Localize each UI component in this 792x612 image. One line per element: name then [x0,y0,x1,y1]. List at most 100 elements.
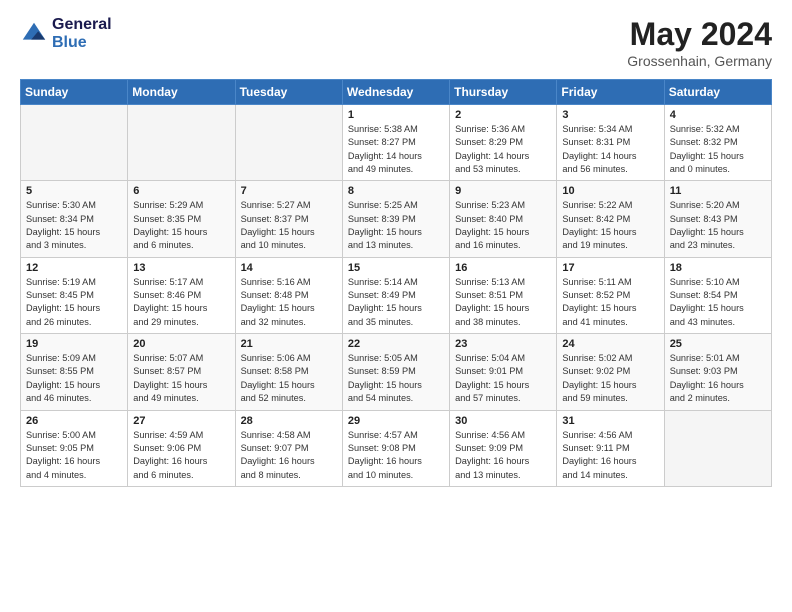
calendar-cell: 26 Sunrise: 5:00 AM Sunset: 9:05 PM Dayli… [21,410,128,486]
day-number: 6 [133,185,229,197]
day-info: Sunrise: 5:02 AM Sunset: 9:02 PM Dayligh… [562,352,658,405]
calendar-cell: 22Sunrise: 5:05 AM Sunset: 8:59 PM Dayli… [342,334,449,410]
weekday-header-wednesday: Wednesday [342,80,449,105]
page: General Blue May 2024 Grossenhain, Germa… [0,0,792,612]
calendar-cell [21,105,128,181]
calendar-cell: 5Sunrise: 5:30 AM Sunset: 8:34 PM Daylig… [21,181,128,257]
day-info: Sunrise: 5:09 AM Sunset: 8:55 PM Dayligh… [26,352,122,405]
calendar-cell: 27Sunrise: 4:59 AM Sunset: 9:06 PM Dayli… [128,410,235,486]
month-title: May 2024 [627,16,772,53]
week-row-2: 5Sunrise: 5:30 AM Sunset: 8:34 PM Daylig… [21,181,772,257]
weekday-header-tuesday: Tuesday [235,80,342,105]
calendar-cell: 31 Sunrise: 4:56 AM Sunset: 9:11 PM Dayli… [557,410,664,486]
calendar-cell [664,410,771,486]
calendar-cell: 16 Sunrise: 5:13 AM Sunset: 8:51 PM Dayli… [450,257,557,333]
day-info: Sunrise: 4:56 AM Sunset: 9:09 PM Dayligh… [455,429,551,482]
day-number: 14 [241,262,337,274]
day-number: 21 [241,338,337,350]
day-info: Sunrise: 5:01 AM Sunset: 9:03 PM Dayligh… [670,352,766,405]
day-info: Sunrise: 4:59 AM Sunset: 9:06 PM Dayligh… [133,429,229,482]
logo-text: General Blue [52,16,112,52]
calendar-cell: 9 Sunrise: 5:23 AM Sunset: 8:40 PM Daylig… [450,181,557,257]
day-info: Sunrise: 5:17 AM Sunset: 8:46 PM Dayligh… [133,276,229,329]
calendar-cell: 19 Sunrise: 5:09 AM Sunset: 8:55 PM Dayli… [21,334,128,410]
day-number: 20 [133,338,229,350]
day-number: 18 [670,262,766,274]
calendar-cell: 21 Sunrise: 5:06 AM Sunset: 8:58 PM Dayli… [235,334,342,410]
week-row-3: 12 Sunrise: 5:19 AM Sunset: 8:45 PM Dayli… [21,257,772,333]
day-info: Sunrise: 5:34 AM Sunset: 8:31 PM Dayligh… [562,123,658,176]
day-number: 16 [455,262,551,274]
day-number: 23 [455,338,551,350]
day-number: 9 [455,185,551,197]
day-number: 19 [26,338,122,350]
calendar-cell: 10Sunrise: 5:22 AM Sunset: 8:42 PM Dayli… [557,181,664,257]
calendar-cell: 2Sunrise: 5:36 AM Sunset: 8:29 PM Daylig… [450,105,557,181]
calendar-cell: 29 Sunrise: 4:57 AM Sunset: 9:08 PM Dayli… [342,410,449,486]
week-row-1: 1 Sunrise: 5:38 AM Sunset: 8:27 PM Daylig… [21,105,772,181]
calendar-cell: 1 Sunrise: 5:38 AM Sunset: 8:27 PM Daylig… [342,105,449,181]
day-number: 31 [562,415,658,427]
day-info: Sunrise: 5:00 AM Sunset: 9:05 PM Dayligh… [26,429,122,482]
weekday-header-row: SundayMondayTuesdayWednesdayThursdayFrid… [21,80,772,105]
weekday-header-friday: Friday [557,80,664,105]
calendar-cell: 18Sunrise: 5:10 AM Sunset: 8:54 PM Dayli… [664,257,771,333]
day-info: Sunrise: 5:06 AM Sunset: 8:58 PM Dayligh… [241,352,337,405]
weekday-header-thursday: Thursday [450,80,557,105]
day-info: Sunrise: 5:32 AM Sunset: 8:32 PM Dayligh… [670,123,766,176]
day-number: 5 [26,185,122,197]
day-info: Sunrise: 5:07 AM Sunset: 8:57 PM Dayligh… [133,352,229,405]
calendar-cell: 14 Sunrise: 5:16 AM Sunset: 8:48 PM Dayli… [235,257,342,333]
calendar-cell: 12 Sunrise: 5:19 AM Sunset: 8:45 PM Dayli… [21,257,128,333]
day-number: 1 [348,109,444,121]
day-info: Sunrise: 5:13 AM Sunset: 8:51 PM Dayligh… [455,276,551,329]
weekday-header-saturday: Saturday [664,80,771,105]
day-info: Sunrise: 4:57 AM Sunset: 9:08 PM Dayligh… [348,429,444,482]
day-info: Sunrise: 4:56 AM Sunset: 9:11 PM Dayligh… [562,429,658,482]
day-info: Sunrise: 4:58 AM Sunset: 9:07 PM Dayligh… [241,429,337,482]
day-info: Sunrise: 5:25 AM Sunset: 8:39 PM Dayligh… [348,199,444,252]
logo: General Blue [20,16,112,52]
calendar-cell: 30 Sunrise: 4:56 AM Sunset: 9:09 PM Dayli… [450,410,557,486]
calendar-cell: 13Sunrise: 5:17 AM Sunset: 8:46 PM Dayli… [128,257,235,333]
weekday-header-sunday: Sunday [21,80,128,105]
calendar-cell [128,105,235,181]
day-info: Sunrise: 5:14 AM Sunset: 8:49 PM Dayligh… [348,276,444,329]
day-info: Sunrise: 5:05 AM Sunset: 8:59 PM Dayligh… [348,352,444,405]
day-number: 30 [455,415,551,427]
weekday-header-monday: Monday [128,80,235,105]
day-info: Sunrise: 5:11 AM Sunset: 8:52 PM Dayligh… [562,276,658,329]
day-number: 24 [562,338,658,350]
calendar-cell: 24 Sunrise: 5:02 AM Sunset: 9:02 PM Dayli… [557,334,664,410]
calendar-cell: 28Sunrise: 4:58 AM Sunset: 9:07 PM Dayli… [235,410,342,486]
day-number: 17 [562,262,658,274]
calendar-cell: 4 Sunrise: 5:32 AM Sunset: 8:32 PM Daylig… [664,105,771,181]
day-number: 4 [670,109,766,121]
day-number: 10 [562,185,658,197]
day-number: 8 [348,185,444,197]
calendar-cell: 25 Sunrise: 5:01 AM Sunset: 9:03 PM Dayli… [664,334,771,410]
day-info: Sunrise: 5:29 AM Sunset: 8:35 PM Dayligh… [133,199,229,252]
calendar-cell: 15 Sunrise: 5:14 AM Sunset: 8:49 PM Dayli… [342,257,449,333]
day-info: Sunrise: 5:23 AM Sunset: 8:40 PM Dayligh… [455,199,551,252]
calendar-cell: 3 Sunrise: 5:34 AM Sunset: 8:31 PM Daylig… [557,105,664,181]
calendar-cell: 11Sunrise: 5:20 AM Sunset: 8:43 PM Dayli… [664,181,771,257]
calendar-cell: 6 Sunrise: 5:29 AM Sunset: 8:35 PM Daylig… [128,181,235,257]
day-info: Sunrise: 5:20 AM Sunset: 8:43 PM Dayligh… [670,199,766,252]
day-number: 12 [26,262,122,274]
day-info: Sunrise: 5:27 AM Sunset: 8:37 PM Dayligh… [241,199,337,252]
header: General Blue May 2024 Grossenhain, Germa… [20,16,772,69]
day-number: 25 [670,338,766,350]
week-row-5: 26 Sunrise: 5:00 AM Sunset: 9:05 PM Dayli… [21,410,772,486]
calendar-cell: 23Sunrise: 5:04 AM Sunset: 9:01 PM Dayli… [450,334,557,410]
day-number: 15 [348,262,444,274]
calendar-cell: 8 Sunrise: 5:25 AM Sunset: 8:39 PM Daylig… [342,181,449,257]
calendar-cell [235,105,342,181]
day-number: 29 [348,415,444,427]
day-info: Sunrise: 5:19 AM Sunset: 8:45 PM Dayligh… [26,276,122,329]
day-info: Sunrise: 5:16 AM Sunset: 8:48 PM Dayligh… [241,276,337,329]
day-number: 26 [26,415,122,427]
day-info: Sunrise: 5:38 AM Sunset: 8:27 PM Dayligh… [348,123,444,176]
day-info: Sunrise: 5:36 AM Sunset: 8:29 PM Dayligh… [455,123,551,176]
day-number: 3 [562,109,658,121]
